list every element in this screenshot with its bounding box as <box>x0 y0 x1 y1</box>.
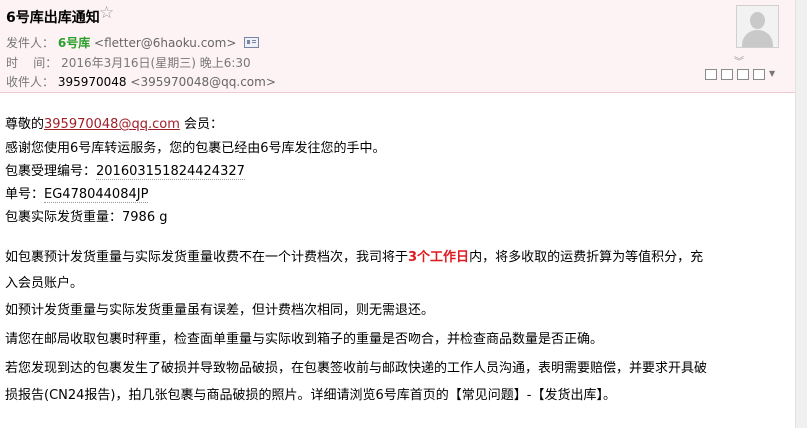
recipient-name[interactable]: 395970048 <box>58 75 127 89</box>
thanks-line: 感谢您使用6号库转运服务，您的包裹已经由6号库发往您的手中。 <box>5 141 386 156</box>
mail-toolbar: ▼ <box>705 69 777 80</box>
avatar-head-shape <box>750 12 765 29</box>
avatar-body-shape <box>742 30 773 47</box>
sender-name[interactable]: 6号库 <box>58 36 90 50</box>
contact-card-icon[interactable] <box>244 37 260 48</box>
recipient-row: 收件人： 395970048 <395970048@qq.com> <box>6 73 276 90</box>
sender-label: 发件人： <box>6 36 55 50</box>
vertical-scrollbar[interactable] <box>795 0 807 428</box>
recipient-email[interactable]: <395970048@qq.com> <box>130 75 276 89</box>
working-days-highlight: 3个工作日 <box>408 250 470 265</box>
package-no-label: 包裹受理编号： <box>5 164 97 179</box>
tracking-value: EG478044084JP <box>44 187 149 203</box>
tracking-label: 单号： <box>5 187 45 202</box>
double-chevron-down-icon[interactable]: ︾ <box>734 53 744 68</box>
paragraph-4-line-2: 损报告(CN24报告)，拍几张包裹与商品破损的照片。详细请浏览6号库首页的【常见… <box>5 388 616 403</box>
tracking-line: 单号：EG478044084JP <box>5 183 149 203</box>
download-icon[interactable] <box>737 69 749 80</box>
recipient-label: 收件人： <box>6 75 55 89</box>
new-window-icon[interactable] <box>705 69 717 80</box>
sender-avatar[interactable] <box>736 5 779 48</box>
mail-subject: 6号库出库通知 <box>6 10 100 26</box>
weight-value: 7986 g <box>122 210 168 225</box>
paragraph-3: 请您在邮局收取包裹时秤重，检查面单重量与实际收到箱子的重量是否吻合，并检查商品数… <box>5 332 604 347</box>
time-row: 时 间： 2016年3月16日(星期三) 晚上6:30 <box>6 54 251 71</box>
time-value: 2016年3月16日(星期三) 晚上6:30 <box>61 56 251 70</box>
package-no-line: 包裹受理编号：201603151824424327 <box>5 160 245 180</box>
copy-icon[interactable] <box>721 69 733 80</box>
sender-row: 发件人： 6号库 <fletter@6haoku.com> <box>6 34 260 51</box>
time-label: 时 间： <box>6 56 58 70</box>
sender-email[interactable]: <fletter@6haoku.com> <box>94 36 236 50</box>
greeting-suffix: 会员： <box>179 117 223 132</box>
mail-header: 6号库出库通知 ☆ 发件人： 6号库 <fletter@6haoku.com> … <box>0 0 795 93</box>
paragraph-1-line-2: 入会员账户。 <box>5 276 84 291</box>
greeting-email-link[interactable]: 395970048@qq.com <box>44 117 180 132</box>
paragraph-1-line-1: 如包裹预计发货重量与实际发货重量收费不在一个计费档次，我司将于3个工作日内，将多… <box>5 246 703 265</box>
more-dropdown-icon[interactable]: ▼ <box>769 69 777 78</box>
greeting-prefix: 尊敬的 <box>5 117 45 132</box>
paragraph-1-text-a: 如包裹预计发货重量与实际发货重量收费不在一个计费档次，我司将于 <box>5 250 409 265</box>
package-no-value: 201603151824424327 <box>96 164 245 180</box>
print-icon[interactable] <box>753 69 765 80</box>
paragraph-1-text-b: 内，将多收取的运费折算为等值积分，充 <box>469 250 704 265</box>
paragraph-2: 如预计发货重量与实际发货重量虽有误差，但计费档次相同，则无需退还。 <box>5 303 435 318</box>
weight-label: 包裹实际发货重量： <box>5 210 123 225</box>
star-icon[interactable]: ☆ <box>99 3 114 23</box>
greeting-line: 尊敬的395970048@qq.com 会员： <box>5 113 223 132</box>
weight-line: 包裹实际发货重量：7986 g <box>5 206 167 225</box>
paragraph-4-line-1: 若您发现到达的包裹发生了破损并导致物品破损，在包裹签收前与邮政快递的工作人员沟通… <box>5 361 708 376</box>
